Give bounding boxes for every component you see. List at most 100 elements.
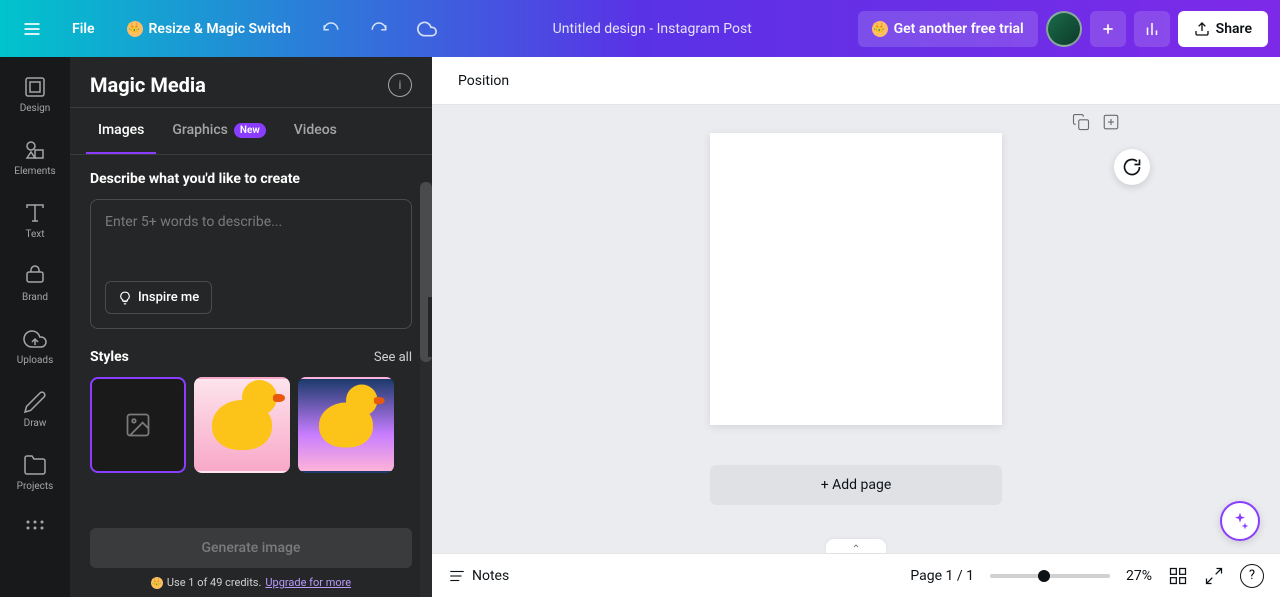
projects-icon — [23, 453, 47, 477]
styles-header: Styles See all — [90, 349, 412, 365]
tab-graphics[interactable]: Graphics New — [160, 108, 277, 154]
image-icon — [124, 411, 152, 439]
redo-button[interactable] — [359, 9, 399, 49]
generate-image-button[interactable]: Generate image — [90, 528, 412, 568]
crown-icon: 👑 — [151, 577, 163, 589]
inspire-me-button[interactable]: Inspire me — [105, 281, 212, 314]
nav-label: Text — [25, 229, 44, 240]
elements-icon — [23, 138, 47, 162]
credits-text: Use 1 of 49 credits. — [167, 576, 261, 589]
nav-text[interactable]: Text — [5, 193, 65, 248]
nav-label: Uploads — [17, 355, 53, 366]
nav-elements[interactable]: Elements — [5, 130, 65, 185]
fullscreen-button[interactable] — [1204, 566, 1224, 586]
new-badge: New — [234, 123, 266, 138]
page-indicator: Page 1 / 1 — [910, 568, 974, 584]
describe-label: Describe what you'd like to create — [90, 171, 412, 187]
upload-icon — [1194, 21, 1210, 37]
analytics-button[interactable] — [1134, 11, 1170, 47]
draw-icon — [23, 390, 47, 414]
nav-projects[interactable]: Projects — [5, 445, 65, 500]
prompt-placeholder: Enter 5+ words to describe... — [105, 214, 397, 281]
canvas-toolbar: Position — [432, 57, 1280, 105]
crown-icon: 👑 — [127, 21, 143, 37]
redo-icon — [370, 20, 388, 38]
top-bar: File 👑 Resize & Magic Switch Untitled de… — [0, 0, 1280, 57]
user-avatar[interactable] — [1046, 11, 1082, 47]
grid-view-button[interactable] — [1168, 566, 1188, 586]
tab-videos[interactable]: Videos — [282, 108, 349, 154]
duplicate-page-icon[interactable] — [1072, 113, 1090, 131]
zoom-level[interactable]: 27% — [1126, 568, 1152, 584]
notes-button[interactable]: Notes — [448, 567, 509, 585]
prompt-input[interactable]: Enter 5+ words to describe... Inspire me — [90, 199, 412, 329]
file-menu-button[interactable]: File — [60, 13, 107, 45]
nav-uploads[interactable]: Uploads — [5, 319, 65, 374]
nav-design[interactable]: Design — [5, 67, 65, 122]
undo-icon — [322, 20, 340, 38]
nav-brand[interactable]: Brand — [5, 256, 65, 311]
more-icon — [23, 516, 47, 540]
panel-body: Describe what you'd like to create Enter… — [70, 155, 432, 528]
position-button[interactable]: Position — [448, 67, 519, 95]
nav-label: Projects — [17, 481, 54, 492]
nav-label: Elements — [14, 166, 55, 177]
hamburger-icon — [22, 19, 42, 39]
panel-scrollbar[interactable] — [420, 182, 432, 597]
magic-media-panel: Magic Media i Images Graphics New Videos… — [70, 57, 432, 597]
pages-drawer-toggle[interactable] — [826, 539, 886, 553]
plus-icon — [1100, 21, 1116, 37]
add-page-button[interactable]: + Add page — [710, 465, 1002, 505]
zoom-slider[interactable] — [990, 574, 1110, 578]
nav-label: Design — [20, 103, 51, 114]
see-all-button[interactable]: See all — [374, 350, 412, 365]
ai-regenerate-button[interactable] — [1114, 149, 1150, 185]
undo-button[interactable] — [311, 9, 351, 49]
page-actions — [1072, 113, 1120, 131]
style-none[interactable] — [90, 377, 186, 473]
styles-label: Styles — [90, 349, 129, 365]
menu-button[interactable] — [12, 9, 52, 49]
nav-label: Brand — [22, 292, 48, 303]
main-layout: Design Elements Text Brand Uploads Draw … — [0, 57, 1280, 597]
nav-more[interactable] — [5, 508, 65, 548]
canvas-center: + Add page — [432, 105, 1280, 553]
magic-assistant-button[interactable] — [1220, 501, 1260, 541]
lightbulb-icon — [118, 291, 132, 305]
resize-magic-switch-button[interactable]: 👑 Resize & Magic Switch — [115, 13, 303, 45]
sparkle-refresh-icon — [1122, 157, 1142, 177]
design-icon — [23, 75, 47, 99]
notes-label: Notes — [472, 568, 509, 584]
canvas-page[interactable] — [710, 133, 1002, 425]
share-label: Share — [1216, 21, 1252, 37]
trial-button[interactable]: 👑 Get another free trial — [858, 11, 1038, 47]
tab-images[interactable]: Images — [86, 108, 156, 154]
panel-title: Magic Media — [90, 73, 206, 97]
inspire-label: Inspire me — [138, 290, 199, 305]
nav-draw[interactable]: Draw — [5, 382, 65, 437]
nav-rail: Design Elements Text Brand Uploads Draw … — [0, 57, 70, 597]
sparkle-icon — [1230, 511, 1250, 531]
cloud-sync-button[interactable] — [407, 9, 447, 49]
upgrade-link[interactable]: Upgrade for more — [265, 576, 351, 589]
info-button[interactable]: i — [388, 73, 412, 97]
duck-illustration — [212, 400, 272, 450]
panel-tabs: Images Graphics New Videos — [70, 108, 432, 155]
help-button[interactable]: ? — [1240, 564, 1264, 588]
add-page-icon[interactable] — [1102, 113, 1120, 131]
canvas-area: Position + Add page Notes Pa — [432, 57, 1280, 597]
style-dreamy[interactable] — [298, 377, 394, 473]
styles-grid — [90, 377, 412, 473]
zoom-thumb[interactable] — [1038, 570, 1050, 582]
share-button[interactable]: Share — [1178, 11, 1268, 47]
style-watercolor[interactable] — [194, 377, 290, 473]
uploads-icon — [23, 327, 47, 351]
cloud-icon — [417, 19, 437, 39]
add-collaborator-button[interactable] — [1090, 11, 1126, 47]
credits-info: 👑 Use 1 of 49 credits. Upgrade for more — [70, 576, 432, 597]
chart-icon — [1143, 20, 1161, 38]
crown-icon: 👑 — [872, 21, 888, 37]
text-icon — [23, 201, 47, 225]
panel-header: Magic Media i — [70, 57, 432, 107]
document-title[interactable]: Untitled design - Instagram Post — [455, 21, 850, 37]
